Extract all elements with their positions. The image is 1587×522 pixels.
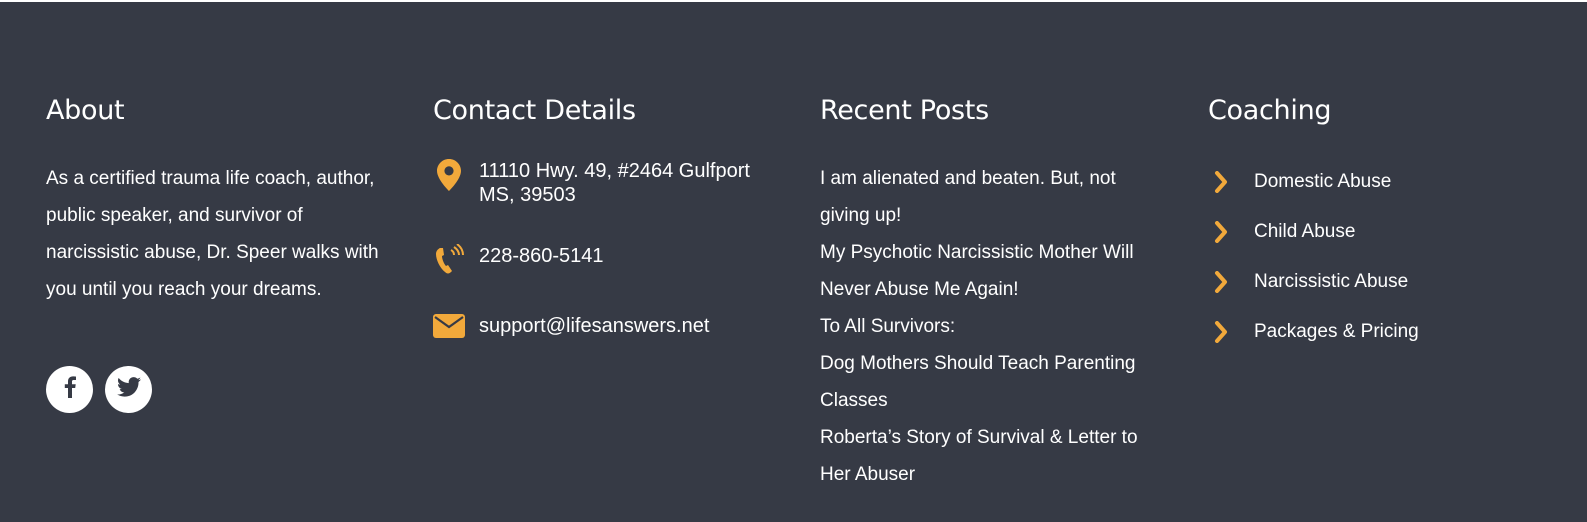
coaching-link-label: Narcissistic Abuse xyxy=(1254,271,1409,292)
post-link[interactable]: My Psychotic Narcissistic Mother Will Ne… xyxy=(820,234,1165,308)
coaching-link-child-abuse[interactable]: Child Abuse xyxy=(1208,207,1538,257)
coaching-link-narcissistic-abuse[interactable]: Narcissistic Abuse xyxy=(1208,257,1538,307)
recent-posts-heading: Recent Posts xyxy=(820,95,989,126)
coaching-list: Domestic Abuse Child Abuse Narcissistic … xyxy=(1208,157,1538,357)
contact-phone-row: 228-860-5141 xyxy=(433,244,604,276)
chevron-right-icon xyxy=(1214,221,1244,243)
social-links xyxy=(46,366,396,413)
about-text: As a certified trauma life coach, author… xyxy=(46,168,379,300)
coaching-link-label: Packages & Pricing xyxy=(1254,321,1419,342)
contact-column: Contact Details 11110 Hwy. 49, #2464 Gul… xyxy=(433,94,793,338)
contact-address-row: 11110 Hwy. 49, #2464 Gulfport MS, 39503 xyxy=(433,159,779,207)
chevron-right-icon xyxy=(1214,321,1244,343)
recent-posts-column: Recent Posts I am alienated and beaten. … xyxy=(820,94,1165,493)
contact-phone[interactable]: 228-860-5141 xyxy=(479,244,604,268)
coaching-heading: Coaching xyxy=(1208,95,1332,126)
post-link[interactable]: Roberta’s Story of Survival & Letter to … xyxy=(820,419,1165,493)
facebook-link[interactable] xyxy=(46,366,93,413)
site-footer: About As a certified trauma life coach, … xyxy=(0,2,1587,522)
coaching-column: Coaching Domestic Abuse Child Abuse Narc… xyxy=(1208,94,1538,357)
post-link[interactable]: To All Survivors: xyxy=(820,308,1165,345)
coaching-link-domestic-abuse[interactable]: Domestic Abuse xyxy=(1208,157,1538,207)
twitter-icon xyxy=(116,377,141,402)
phone-icon xyxy=(433,244,465,276)
contact-email-row: support@lifesanswers.net xyxy=(433,314,709,338)
twitter-link[interactable] xyxy=(105,366,152,413)
facebook-icon xyxy=(64,376,76,403)
post-link[interactable]: Dog Mothers Should Teach Parenting Class… xyxy=(820,345,1165,419)
contact-address: 11110 Hwy. 49, #2464 Gulfport MS, 39503 xyxy=(479,160,750,206)
contact-heading: Contact Details xyxy=(433,95,636,126)
coaching-link-label: Child Abuse xyxy=(1254,221,1356,242)
about-column: About As a certified trauma life coach, … xyxy=(46,94,396,413)
envelope-icon xyxy=(433,314,465,338)
contact-email[interactable]: support@lifesanswers.net xyxy=(479,314,709,338)
recent-posts-list: I am alienated and beaten. But, not givi… xyxy=(820,160,1165,493)
post-link[interactable]: I am alienated and beaten. But, not givi… xyxy=(820,160,1165,234)
chevron-right-icon xyxy=(1214,271,1244,293)
coaching-link-label: Domestic Abuse xyxy=(1254,171,1392,192)
map-pin-icon xyxy=(433,159,465,191)
chevron-right-icon xyxy=(1214,171,1244,193)
about-heading: About xyxy=(46,95,125,126)
coaching-link-packages-pricing[interactable]: Packages & Pricing xyxy=(1208,307,1538,357)
